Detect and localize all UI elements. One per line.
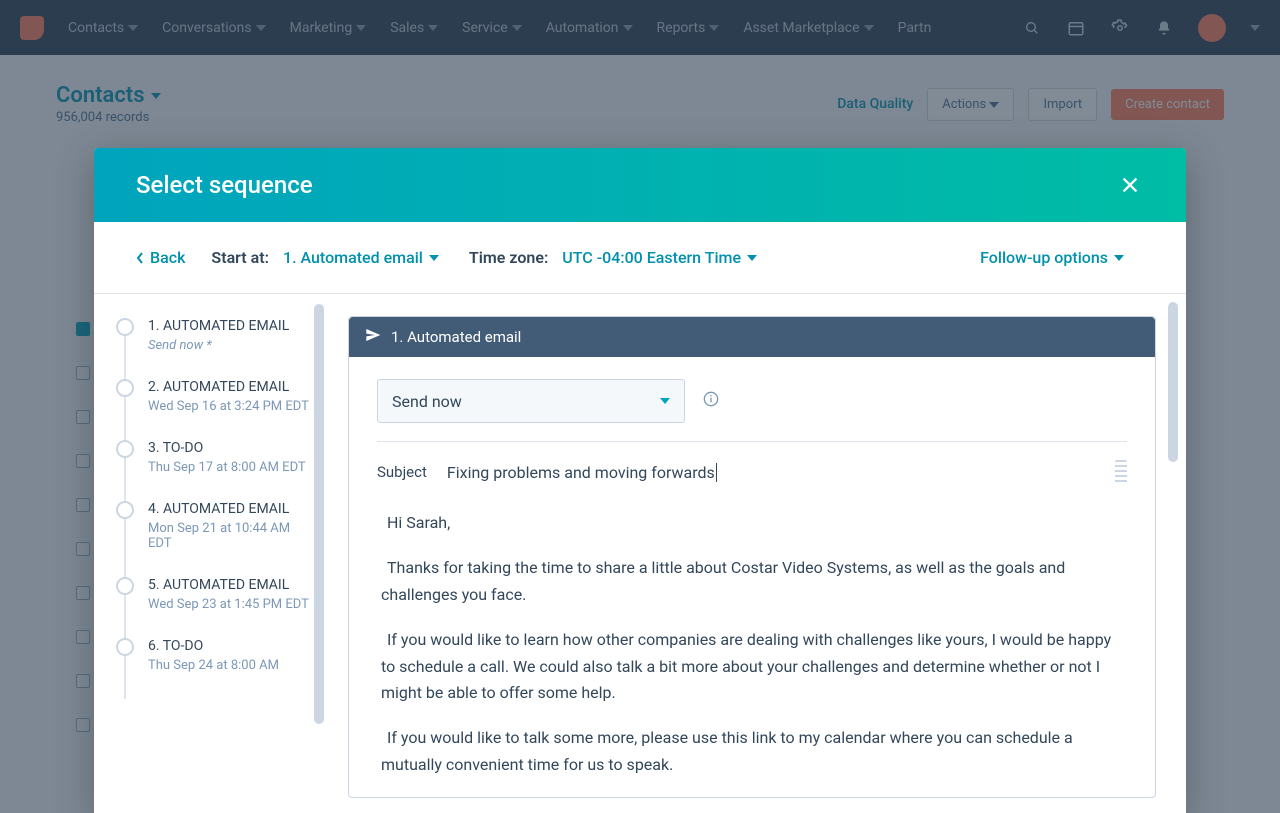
step-title: 5. AUTOMATED EMAIL xyxy=(148,577,309,593)
step-dot-icon xyxy=(116,577,134,595)
scrollbar-thumb[interactable] xyxy=(1168,302,1178,462)
email-body-editor[interactable]: Hi Sarah, Thanks for taking the time to … xyxy=(377,496,1127,779)
select-sequence-modal: Select sequence Back Start at: 1. Automa… xyxy=(94,148,1186,813)
timezone-label: Time zone: xyxy=(469,248,548,267)
timezone-dropdown[interactable]: UTC -04:00 Eastern Time xyxy=(562,248,757,267)
sequence-step[interactable]: 4. AUTOMATED EMAIL Mon Sep 21 at 10:44 AM… xyxy=(116,501,314,577)
subject-row: Subject Fixing problems and moving forwa… xyxy=(377,442,1127,496)
info-icon[interactable] xyxy=(703,391,719,411)
send-timing-select[interactable]: Send now xyxy=(377,379,685,423)
step-schedule: Wed Sep 16 at 3:24 PM EDT xyxy=(148,399,309,414)
close-icon xyxy=(1119,174,1141,196)
email-paragraph: If you would like to learn how other com… xyxy=(381,627,1127,708)
step-schedule: Send now * xyxy=(148,338,289,353)
close-button[interactable] xyxy=(1116,171,1144,199)
subject-input[interactable]: Fixing problems and moving forwards xyxy=(447,463,717,482)
step-dot-icon xyxy=(116,379,134,397)
sequence-step[interactable]: 2. AUTOMATED EMAIL Wed Sep 16 at 3:24 PM … xyxy=(116,379,314,440)
paper-plane-icon xyxy=(365,327,381,347)
step-dot-icon xyxy=(116,638,134,656)
modal-title: Select sequence xyxy=(136,171,313,199)
email-greeting: Hi Sarah, xyxy=(381,510,1127,537)
sequence-step[interactable]: 5. AUTOMATED EMAIL Wed Sep 23 at 1:45 PM … xyxy=(116,577,314,638)
step-title: 4. AUTOMATED EMAIL xyxy=(148,501,314,517)
step-dot-icon xyxy=(116,501,134,519)
step-title: 1. AUTOMATED EMAIL xyxy=(148,318,289,334)
start-at-label: Start at: xyxy=(211,248,269,267)
modal-header: Select sequence xyxy=(94,148,1186,222)
chevron-down-icon xyxy=(747,255,757,261)
step-title: 3. TO-DO xyxy=(148,440,306,456)
step-schedule: Thu Sep 24 at 8:00 AM xyxy=(148,658,279,673)
steps-sidebar: 1. AUTOMATED EMAIL Send now * 2. AUTOMATED… xyxy=(94,294,324,813)
editor-panel: 1. Automated email Send now Subject xyxy=(324,294,1186,813)
email-step-block: 1. Automated email Send now Subject xyxy=(348,316,1156,798)
chevron-down-icon xyxy=(429,255,439,261)
sequence-step[interactable]: 3. TO-DO Thu Sep 17 at 8:00 AM EDT xyxy=(116,440,314,501)
drag-handle-icon[interactable] xyxy=(1115,460,1127,484)
step-title: 6. TO-DO xyxy=(148,638,279,654)
sequence-step[interactable]: 1. AUTOMATED EMAIL Send now * xyxy=(116,318,314,379)
chevron-down-icon xyxy=(1114,255,1124,261)
step-schedule: Thu Sep 17 at 8:00 AM EDT xyxy=(148,460,306,475)
step-schedule: Wed Sep 23 at 1:45 PM EDT xyxy=(148,597,309,612)
step-dot-icon xyxy=(116,318,134,336)
step-title: 2. AUTOMATED EMAIL xyxy=(148,379,309,395)
email-block-header: 1. Automated email xyxy=(349,317,1155,357)
subject-label: Subject xyxy=(377,463,427,481)
back-link[interactable]: Back xyxy=(136,248,185,267)
modal-subbar: Back Start at: 1. Automated email Time z… xyxy=(94,222,1186,294)
chevron-left-icon xyxy=(136,252,144,264)
email-block-title: 1. Automated email xyxy=(391,328,521,346)
follow-up-options-dropdown[interactable]: Follow-up options xyxy=(980,248,1124,267)
sequence-step[interactable]: 6. TO-DO Thu Sep 24 at 8:00 AM xyxy=(116,638,314,699)
start-at-dropdown[interactable]: 1. Automated email xyxy=(283,248,439,267)
scrollbar-thumb[interactable] xyxy=(314,304,324,724)
chevron-down-icon xyxy=(660,398,670,404)
email-paragraph: If you would like to talk some more, ple… xyxy=(381,725,1127,779)
step-dot-icon xyxy=(116,440,134,458)
step-schedule: Mon Sep 21 at 10:44 AM EDT xyxy=(148,521,314,551)
email-paragraph: Thanks for taking the time to share a li… xyxy=(381,555,1127,609)
